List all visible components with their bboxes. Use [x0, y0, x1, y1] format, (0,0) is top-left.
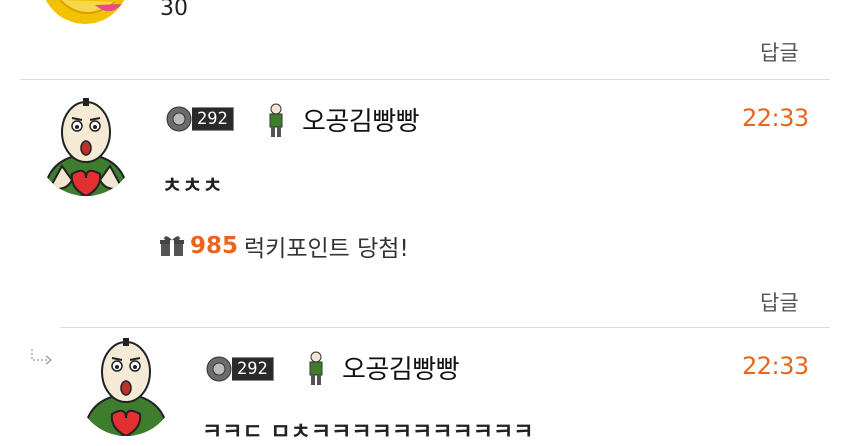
- avatar-image: [82, 338, 170, 436]
- divider: [20, 79, 830, 80]
- level-gear-icon: [206, 356, 232, 382]
- nickname[interactable]: 오공김빵빵: [302, 101, 420, 138]
- level-badge: 292: [206, 356, 274, 382]
- reply-button[interactable]: 답글: [760, 37, 799, 67]
- level-gear-icon: [166, 106, 192, 132]
- level-number: 292: [192, 107, 234, 131]
- divider: [60, 327, 830, 328]
- avatar[interactable]: [40, 0, 130, 24]
- avatar-image: [45, 0, 125, 24]
- level-number: 292: [232, 357, 274, 381]
- user-figure-icon: [309, 351, 323, 385]
- comment-text: 30: [160, 0, 188, 21]
- comment-text: ㅊㅊㅊ: [162, 174, 223, 199]
- comment-time: 22:33: [742, 352, 809, 380]
- avatar-image: [42, 98, 130, 196]
- avatar[interactable]: [36, 96, 136, 196]
- gift-icon: [160, 236, 184, 256]
- lucky-point-notice: 985 럭키포인트 당첨!: [160, 229, 409, 263]
- level-badge: 292: [166, 106, 234, 132]
- lucky-points: 985: [190, 233, 239, 259]
- nickname[interactable]: 오공김빵빵: [342, 349, 460, 386]
- comment-time: 22:33: [742, 104, 809, 132]
- user-figure-icon: [269, 103, 283, 137]
- comment-text: ㅋㅋㄷ ㅁㅊㅋㅋㅋㅋㅋㅋㅋㅋㅋㅋㅋ: [202, 420, 534, 445]
- avatar[interactable]: [76, 336, 176, 436]
- reply-button[interactable]: 답글: [760, 287, 799, 317]
- lucky-text: 럭키포인트 당첨!: [244, 236, 409, 262]
- reply-arrow-icon: [31, 349, 53, 365]
